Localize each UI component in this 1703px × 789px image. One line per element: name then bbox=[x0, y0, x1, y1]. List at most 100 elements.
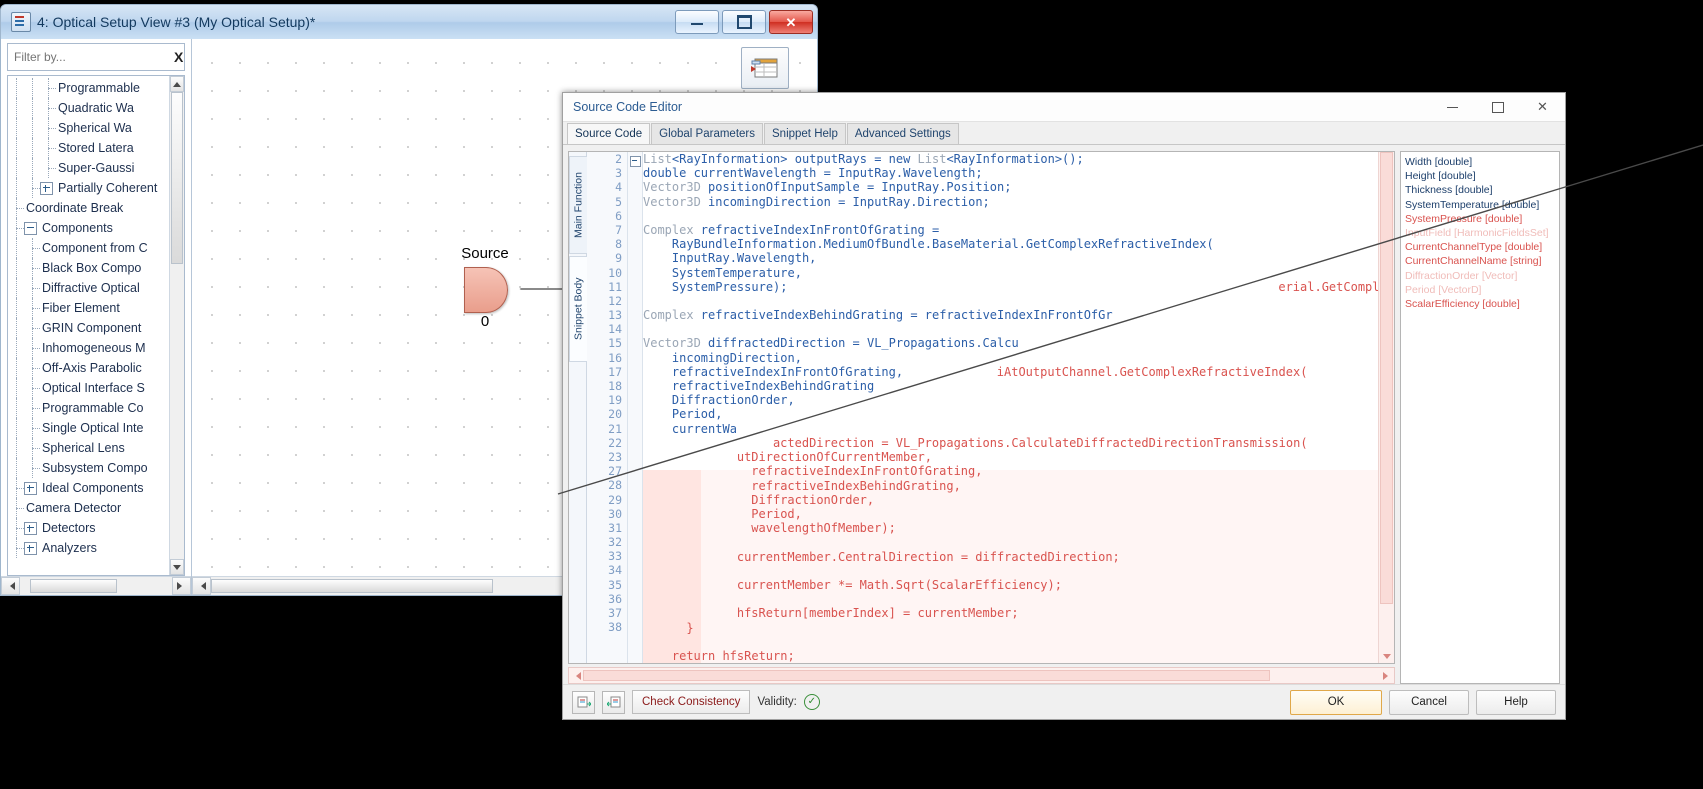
tree-item[interactable]: Optical Interface S bbox=[8, 378, 170, 398]
tree-guide bbox=[24, 258, 40, 278]
tab-source-code[interactable]: Source Code bbox=[567, 123, 651, 144]
scrollbar-thumb[interactable] bbox=[211, 579, 493, 593]
parameter-item[interactable]: SystemTemperature [double] bbox=[1405, 198, 1555, 212]
tree-item[interactable]: Detectors bbox=[8, 518, 170, 538]
parameter-item[interactable]: Width [double] bbox=[1405, 155, 1555, 169]
expand-icon[interactable] bbox=[24, 481, 37, 495]
sce-minimize-button[interactable] bbox=[1430, 94, 1475, 121]
scrollbar-thumb[interactable] bbox=[583, 670, 1271, 681]
scroll-down-button[interactable] bbox=[1379, 649, 1394, 663]
tree-item[interactable]: Analyzers bbox=[8, 538, 170, 558]
parameters-list[interactable]: Width [double] Height [double] Thickness [… bbox=[1400, 151, 1560, 684]
code-folding-column[interactable] bbox=[628, 152, 643, 663]
tree-item[interactable]: Spherical Lens bbox=[8, 438, 170, 458]
tree-item[interactable]: Component from C bbox=[8, 238, 170, 258]
code-line: Vector3D positionOfInputSample = InputRa… bbox=[643, 180, 1012, 195]
source-code-editor-titlebar[interactable]: Source Code Editor ✕ bbox=[563, 93, 1565, 122]
tree-item[interactable]: Stored Latera bbox=[8, 138, 170, 158]
tree-item-label: Diffractive Optical bbox=[42, 281, 140, 295]
tree-item[interactable]: Super-Gaussi bbox=[8, 158, 170, 178]
clear-filter-icon[interactable]: X bbox=[171, 49, 186, 65]
code-editor[interactable]: Main Function Snippet Body 2 3 4 5 6 7 8 9 10 11 12… bbox=[568, 151, 1395, 664]
catalog-scrollbar-vertical[interactable] bbox=[169, 76, 184, 575]
expand-icon[interactable] bbox=[24, 521, 37, 535]
parameter-item[interactable]: CurrentChannelType [double] bbox=[1405, 240, 1555, 254]
scroll-left-button[interactable] bbox=[192, 577, 211, 595]
scrollbar-thumb[interactable] bbox=[171, 92, 183, 264]
export-code-button[interactable] bbox=[602, 690, 625, 714]
vertical-tab-main-function[interactable]: Main Function bbox=[569, 156, 588, 254]
parameter-item[interactable]: DiffractionOrder [Vector] bbox=[1405, 269, 1555, 283]
chevron-left-icon bbox=[6, 582, 15, 590]
optical-setup-titlebar[interactable]: 4: Optical Setup View #3 (My Optical Set… bbox=[1, 5, 817, 40]
maximize-button[interactable] bbox=[722, 10, 766, 34]
tree-item[interactable]: Fiber Element bbox=[8, 298, 170, 318]
tree-item[interactable]: GRIN Component bbox=[8, 318, 170, 338]
tree-item[interactable]: Single Optical Inte bbox=[8, 418, 170, 438]
scroll-left-button[interactable] bbox=[1, 577, 20, 595]
filter-row[interactable]: X bbox=[7, 43, 185, 71]
tree-item[interactable]: Programmable bbox=[8, 78, 170, 98]
scroll-right-button[interactable] bbox=[1380, 669, 1394, 682]
expand-icon[interactable] bbox=[24, 541, 37, 555]
vertical-tab-snippet-body[interactable]: Snippet Body bbox=[569, 256, 588, 362]
scroll-down-button[interactable] bbox=[170, 559, 184, 575]
tree-item[interactable]: Inhomogeneous M bbox=[8, 338, 170, 358]
scroll-left-button[interactable] bbox=[569, 669, 583, 682]
catalog-tree[interactable]: Programmable Quadratic Wa Spherical Wa Stor… bbox=[7, 75, 185, 576]
tree-item[interactable]: Partially Coherent bbox=[8, 178, 170, 198]
check-consistency-button[interactable]: Check Consistency bbox=[632, 690, 751, 714]
maximize-icon bbox=[1491, 101, 1504, 113]
tree-item[interactable]: Ideal Components bbox=[8, 478, 170, 498]
scroll-track[interactable] bbox=[20, 578, 172, 594]
close-button[interactable]: ✕ bbox=[769, 10, 813, 34]
scrollbar-thumb[interactable] bbox=[1380, 152, 1393, 604]
parameter-item[interactable]: SystemPressure [double] bbox=[1405, 212, 1555, 226]
parameter-item[interactable]: CurrentChannelName [string] bbox=[1405, 254, 1555, 268]
expand-icon[interactable] bbox=[40, 181, 53, 195]
parameter-item[interactable]: Period [VectorD] bbox=[1405, 283, 1555, 297]
filter-input[interactable] bbox=[12, 49, 171, 65]
tree-item[interactable]: Components bbox=[8, 218, 170, 238]
tab-advanced-settings[interactable]: Advanced Settings bbox=[846, 123, 959, 144]
tree-item[interactable]: Programmable Co bbox=[8, 398, 170, 418]
parameter-item[interactable]: InputField [HarmonicFieldsSet] bbox=[1405, 226, 1555, 240]
source-node[interactable] bbox=[464, 267, 508, 313]
scrollbar-thumb[interactable] bbox=[30, 579, 117, 593]
sce-maximize-button[interactable] bbox=[1475, 94, 1520, 121]
ok-button[interactable]: OK bbox=[1290, 689, 1382, 715]
tab-global-parameters[interactable]: Global Parameters bbox=[651, 123, 763, 144]
tree-item[interactable]: Black Box Compo bbox=[8, 258, 170, 278]
scroll-track[interactable] bbox=[583, 670, 1380, 681]
code-text-area[interactable]: List<RayInformation> outputRays = new Li… bbox=[643, 152, 1394, 663]
table-view-button[interactable] bbox=[741, 47, 789, 89]
tab-snippet-help[interactable]: Snippet Help bbox=[764, 123, 846, 144]
tree-guides bbox=[8, 538, 24, 558]
parameter-item[interactable]: Thickness [double] bbox=[1405, 183, 1555, 197]
fold-toggle-icon[interactable] bbox=[630, 156, 641, 167]
minimize-button[interactable] bbox=[675, 10, 719, 34]
editor-scrollbar-horizontal[interactable] bbox=[568, 667, 1395, 684]
cancel-button[interactable]: Cancel bbox=[1389, 689, 1469, 715]
editor-scrollbar-vertical[interactable] bbox=[1378, 152, 1394, 663]
import-code-button[interactable] bbox=[572, 690, 595, 714]
tree-item[interactable]: Coordinate Break bbox=[8, 198, 170, 218]
scroll-right-button[interactable] bbox=[172, 577, 191, 595]
help-button[interactable]: Help bbox=[1476, 689, 1556, 715]
parameter-item[interactable]: Height [double] bbox=[1405, 169, 1555, 183]
tree-guide bbox=[40, 78, 56, 98]
collapse-icon[interactable] bbox=[24, 221, 37, 235]
tree-guide bbox=[24, 138, 40, 158]
tree-item[interactable]: Subsystem Compo bbox=[8, 458, 170, 478]
parameter-item[interactable]: ScalarEfficiency [double] bbox=[1405, 297, 1555, 311]
tree-item[interactable]: Diffractive Optical bbox=[8, 278, 170, 298]
scroll-up-button[interactable] bbox=[170, 76, 184, 92]
tree-item[interactable]: Spherical Wa bbox=[8, 118, 170, 138]
tree-item[interactable]: Camera Detector bbox=[8, 498, 170, 518]
tree-item[interactable]: Quadratic Wa bbox=[8, 98, 170, 118]
tree-item[interactable]: Off-Axis Parabolic bbox=[8, 358, 170, 378]
sce-close-button[interactable]: ✕ bbox=[1520, 94, 1565, 121]
catalog-scrollbar-horizontal[interactable] bbox=[1, 576, 191, 595]
